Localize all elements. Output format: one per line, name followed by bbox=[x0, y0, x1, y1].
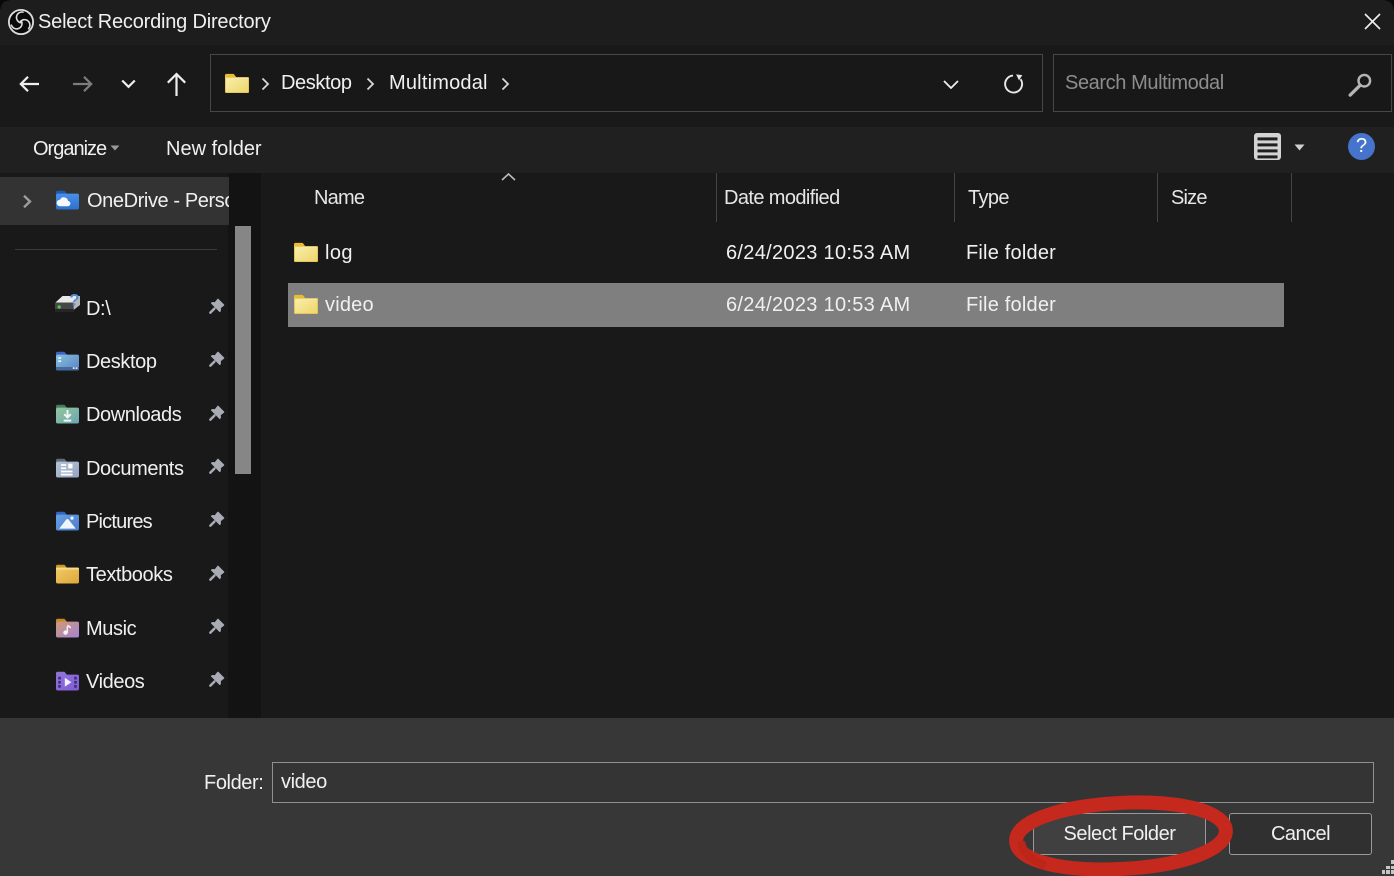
svg-text:?: ? bbox=[69, 292, 79, 310]
